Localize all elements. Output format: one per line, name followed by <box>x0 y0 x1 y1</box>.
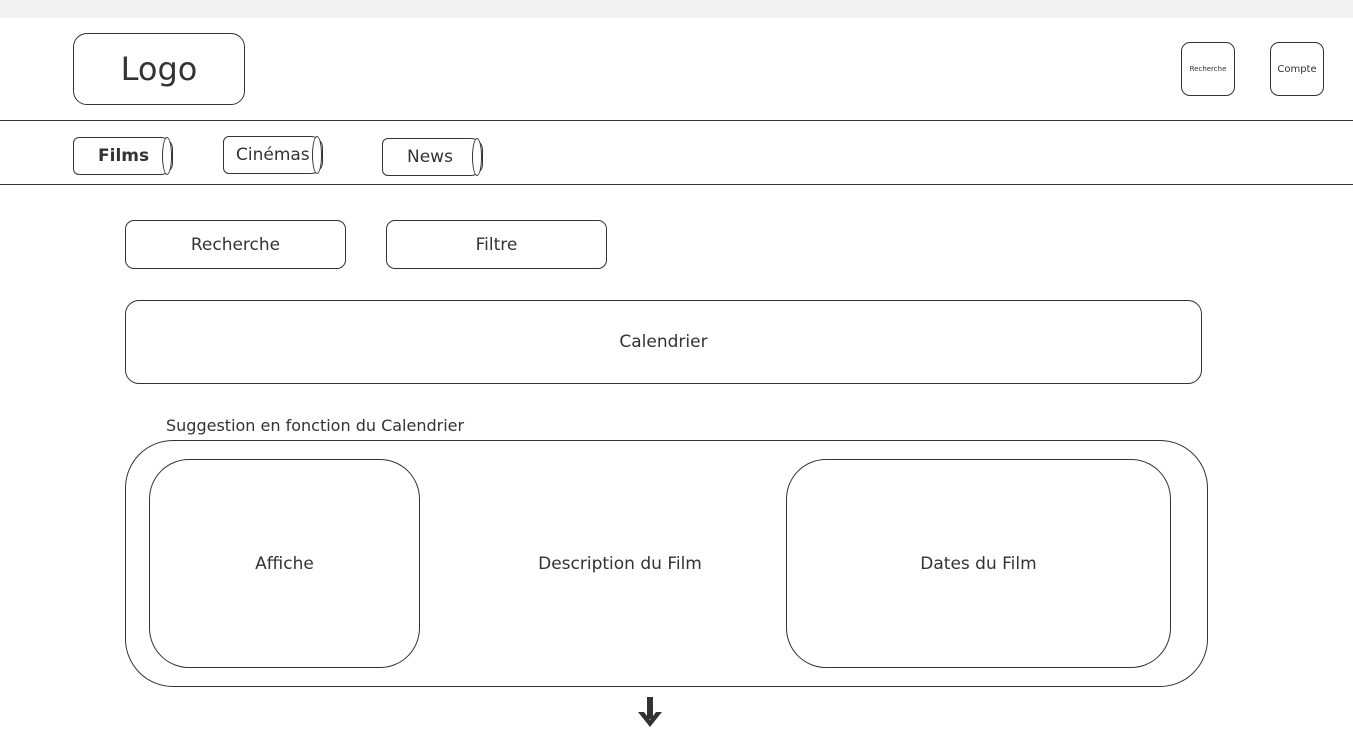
header-divider <box>0 120 1353 121</box>
filter-button[interactable]: Filtre <box>386 220 607 269</box>
header-search-label: Recherche <box>1189 65 1227 73</box>
film-dates-box[interactable]: Dates du Film <box>786 459 1171 668</box>
arrow-down-icon[interactable] <box>636 696 664 730</box>
top-strip <box>0 0 1353 18</box>
tab-news-label: News <box>407 147 453 167</box>
filter-button-label: Filtre <box>475 234 518 255</box>
film-dates-label: Dates du Film <box>920 553 1037 574</box>
suggestion-title: Suggestion en fonction du Calendrier <box>166 416 465 435</box>
tab-films-label: Films <box>98 146 150 166</box>
calendar-label: Calendrier <box>619 332 708 352</box>
tab-films[interactable]: Films <box>73 137 173 175</box>
poster-box[interactable]: Affiche <box>149 459 420 668</box>
tab-films-cap <box>162 137 172 175</box>
calendar-box[interactable]: Calendrier <box>125 300 1202 384</box>
logo[interactable]: Logo <box>73 33 245 105</box>
tab-news[interactable]: News <box>382 138 483 176</box>
header-search-button[interactable]: Recherche <box>1181 42 1235 96</box>
poster-label: Affiche <box>255 553 314 574</box>
tab-cinemas[interactable]: Cinémas <box>223 136 323 174</box>
tab-cinemas-label: Cinémas <box>236 145 310 165</box>
nav-divider <box>0 184 1353 185</box>
search-button[interactable]: Recherche <box>125 220 346 269</box>
tab-cinemas-cap <box>312 136 322 174</box>
search-button-label: Recherche <box>190 234 281 255</box>
film-description: Description du Film <box>538 554 702 574</box>
account-button[interactable]: Compte <box>1270 42 1324 96</box>
account-label: Compte <box>1277 63 1317 75</box>
tab-news-cap <box>472 138 482 176</box>
logo-label: Logo <box>120 50 198 88</box>
